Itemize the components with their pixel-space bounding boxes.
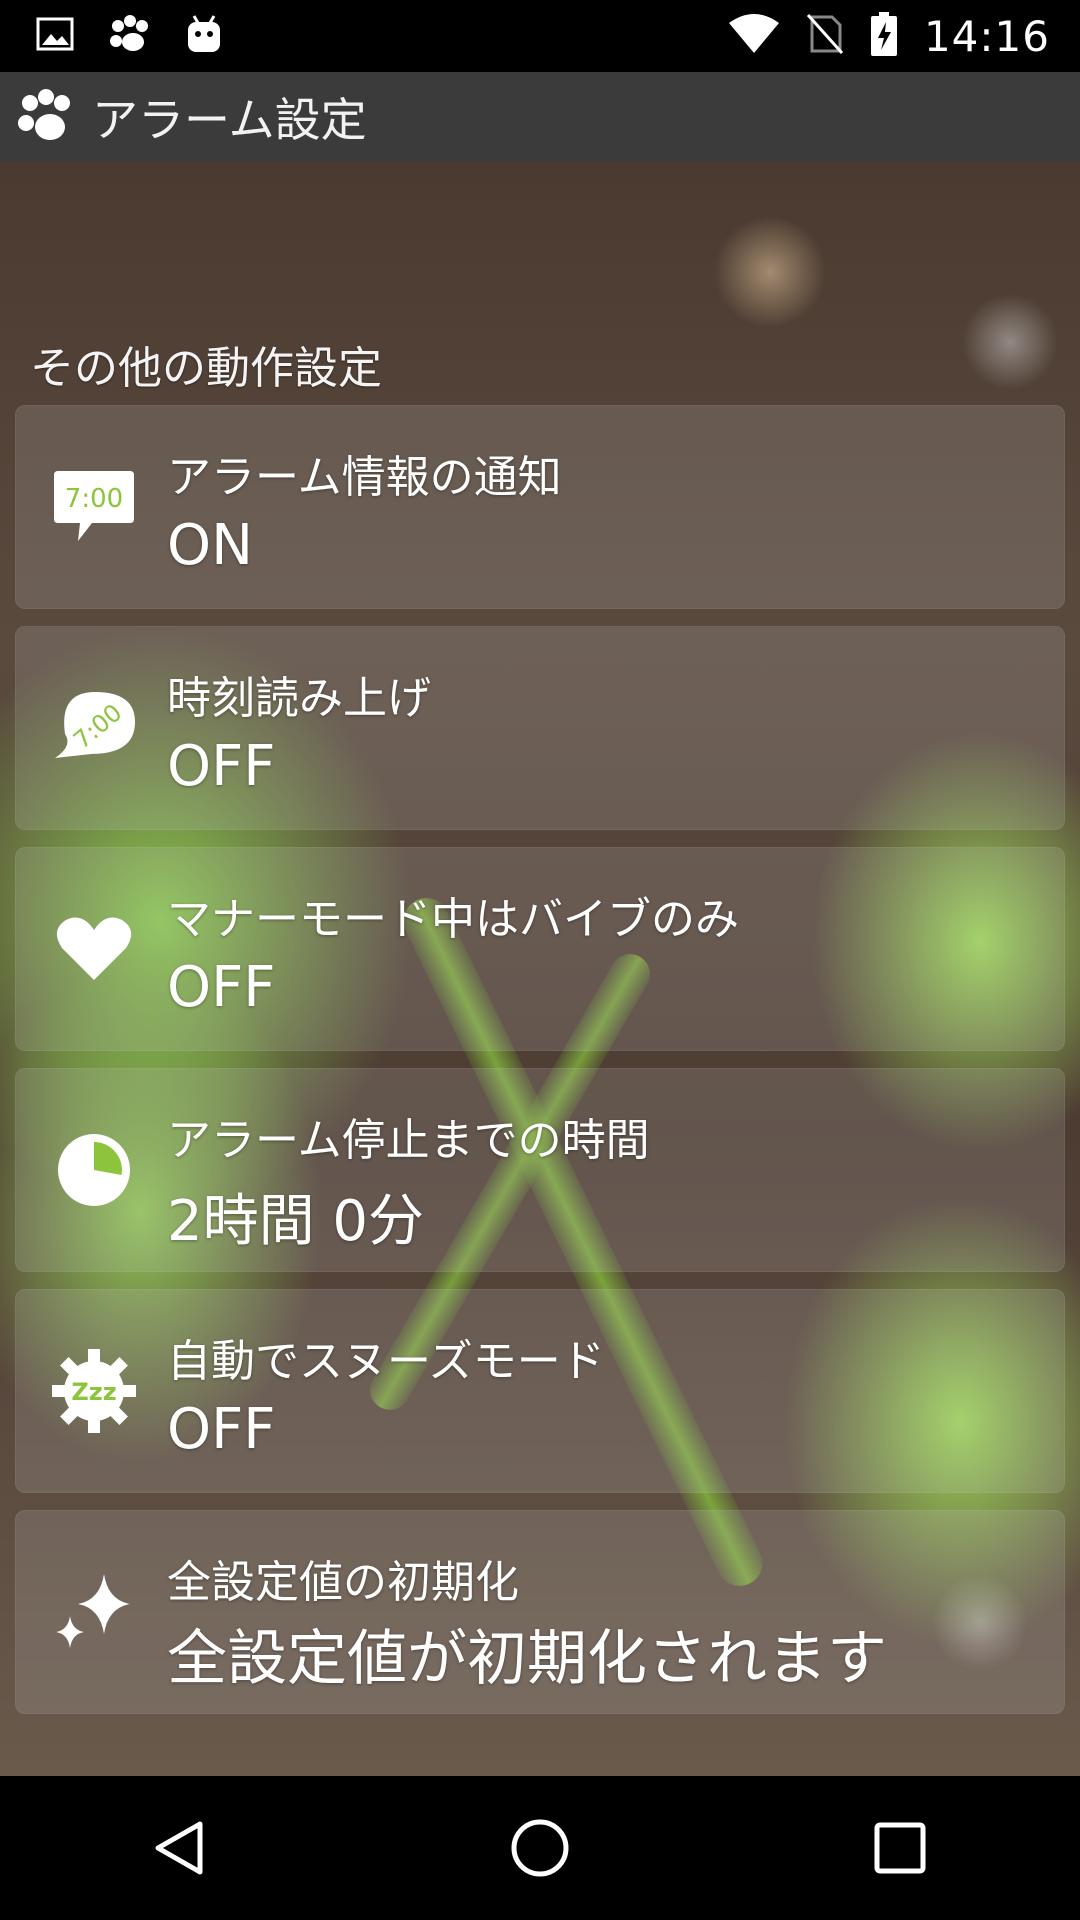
snooze-gear-icon: Zzz <box>49 1346 139 1436</box>
setting-value: ON <box>167 513 253 578</box>
svg-text:Zzz: Zzz <box>71 1378 116 1406</box>
setting-alarm-notification[interactable]: 7:00 アラーム情報の通知 ON <box>15 405 1065 609</box>
paw-icon <box>108 14 152 58</box>
paw-logo-icon <box>16 87 76 147</box>
navigation-bar <box>0 1776 1080 1920</box>
svg-text:7:00: 7:00 <box>65 484 123 514</box>
sparkle-icon <box>49 1567 139 1657</box>
home-icon[interactable] <box>480 1788 600 1908</box>
wifi-icon <box>728 13 780 59</box>
image-icon <box>36 17 74 55</box>
no-sim-icon <box>806 13 844 59</box>
setting-value: OFF <box>167 1397 276 1462</box>
setting-vibrate-only-in-manner-mode[interactable]: マナーモード中はバイブのみ OFF <box>15 847 1065 1051</box>
settings-content[interactable]: その他の動作設定 7:00 アラーム情報の通知 ON 7:00 時刻読み上げ O… <box>0 162 1080 1776</box>
setting-value: 2時間 0分 <box>167 1189 425 1254</box>
setting-value: OFF <box>167 955 276 1020</box>
app-title: アラーム設定 <box>92 93 367 147</box>
setting-value: OFF <box>167 734 276 799</box>
setting-reset-all[interactable]: 全設定値の初期化 全設定値が初期化されます <box>15 1510 1065 1714</box>
setting-label: アラーム停止までの時間 <box>167 1115 650 1166</box>
heart-icon <box>49 904 139 994</box>
status-time: 14:16 <box>923 11 1050 61</box>
setting-label: 全設定値の初期化 <box>167 1557 519 1608</box>
setting-time-announcement[interactable]: 7:00 時刻読み上げ OFF <box>15 626 1065 830</box>
recents-icon[interactable] <box>840 1788 960 1908</box>
setting-time-until-alarm-stop[interactable]: アラーム停止までの時間 2時間 0分 <box>15 1068 1065 1272</box>
back-icon[interactable] <box>120 1788 240 1908</box>
battery-charging-icon <box>870 12 898 60</box>
setting-label: マナーモード中はバイブのみ <box>167 894 739 945</box>
setting-value: 全設定値が初期化されます <box>167 1624 887 1694</box>
android-icon <box>186 14 222 58</box>
setting-label: 時刻読み上げ <box>167 673 431 724</box>
speech-clock-bubble-icon: 7:00 <box>49 683 139 773</box>
section-header: その他の動作設定 <box>30 343 382 394</box>
pie-clock-icon <box>49 1125 139 1215</box>
app-bar: アラーム設定 <box>0 72 1080 162</box>
setting-label: 自動でスヌーズモード <box>167 1336 605 1387</box>
setting-label: アラーム情報の通知 <box>167 452 562 503</box>
notification-clock-bubble-icon: 7:00 <box>49 462 139 552</box>
setting-auto-snooze-mode[interactable]: Zzz 自動でスヌーズモード OFF <box>15 1289 1065 1493</box>
status-bar: 14:16 <box>0 0 1080 72</box>
